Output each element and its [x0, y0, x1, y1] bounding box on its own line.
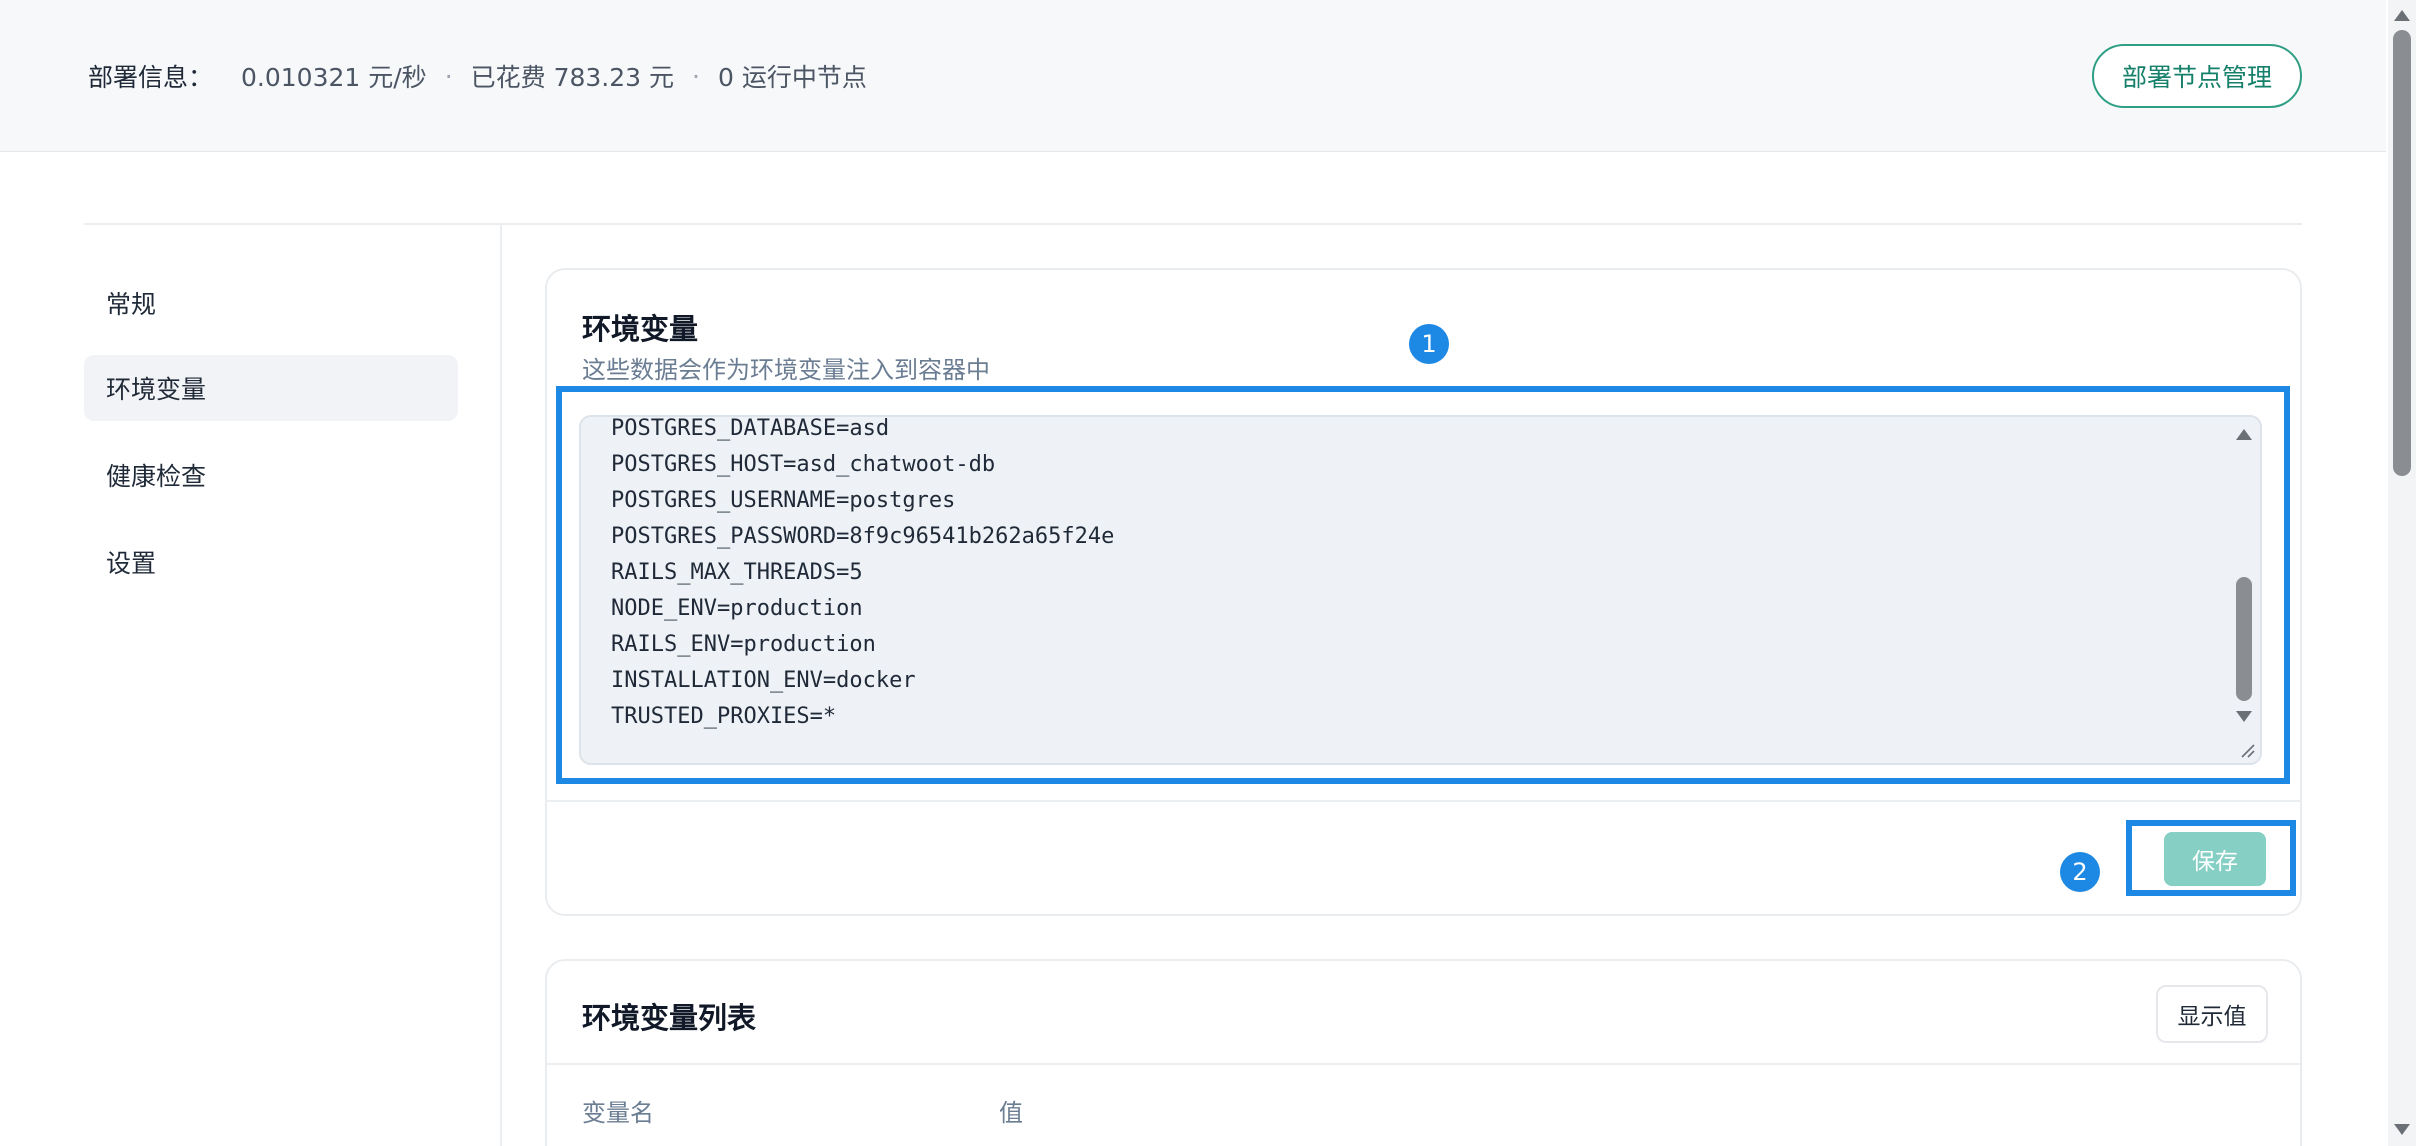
- sidebar-item-env-vars[interactable]: 环境变量: [84, 355, 458, 421]
- separator-dot: ·: [692, 61, 700, 91]
- annotation-badge-2: 2: [2060, 852, 2100, 892]
- column-header-value: 值: [999, 1099, 1023, 1127]
- card-footer-divider: [547, 800, 2300, 802]
- page-scroll-down-icon[interactable]: [2394, 1124, 2410, 1135]
- column-header-name: 变量名: [582, 1099, 654, 1127]
- spent-amount: 已花费 783.23 元: [470, 63, 675, 92]
- running-nodes: 0 运行中节点: [717, 63, 867, 92]
- page-scroll-up-icon[interactable]: [2394, 10, 2410, 21]
- separator-dot: ·: [444, 61, 453, 91]
- page-scrollbar[interactable]: [2388, 0, 2416, 1146]
- annotation-badge-1: 1: [1409, 324, 1449, 364]
- sidebar-item-settings[interactable]: 设置: [84, 529, 458, 595]
- cost-rate: 0.010321 元/秒: [241, 63, 427, 92]
- env-list-divider: [547, 1063, 2300, 1065]
- deployment-info: 部署信息： 0.010321 元/秒 · 已花费 783.23 元 · 0 运行…: [88, 58, 867, 94]
- content-divider: [84, 223, 2302, 225]
- env-list-card: 环境变量列表 显示值 变量名 值: [545, 959, 2302, 1146]
- card-title: 环境变量: [582, 312, 699, 346]
- deployment-info-label: 部署信息：: [88, 63, 214, 92]
- sidebar-item-health-check[interactable]: 健康检查: [84, 442, 458, 508]
- card-subtitle: 这些数据会作为环境变量注入到容器中: [582, 356, 990, 384]
- page-scroll-thumb[interactable]: [2393, 30, 2411, 476]
- sidebar-divider: [500, 224, 502, 1146]
- show-values-button[interactable]: 显示值: [2156, 985, 2268, 1043]
- deployment-info-bar: 部署信息： 0.010321 元/秒 · 已花费 783.23 元 · 0 运行…: [0, 0, 2386, 152]
- highlight-box-save: [2126, 820, 2296, 896]
- highlight-box-editor: [556, 386, 2290, 784]
- sidebar-item-general[interactable]: 常规: [84, 270, 458, 336]
- env-list-title: 环境变量列表: [582, 1001, 757, 1035]
- manage-nodes-button[interactable]: 部署节点管理: [2092, 44, 2302, 108]
